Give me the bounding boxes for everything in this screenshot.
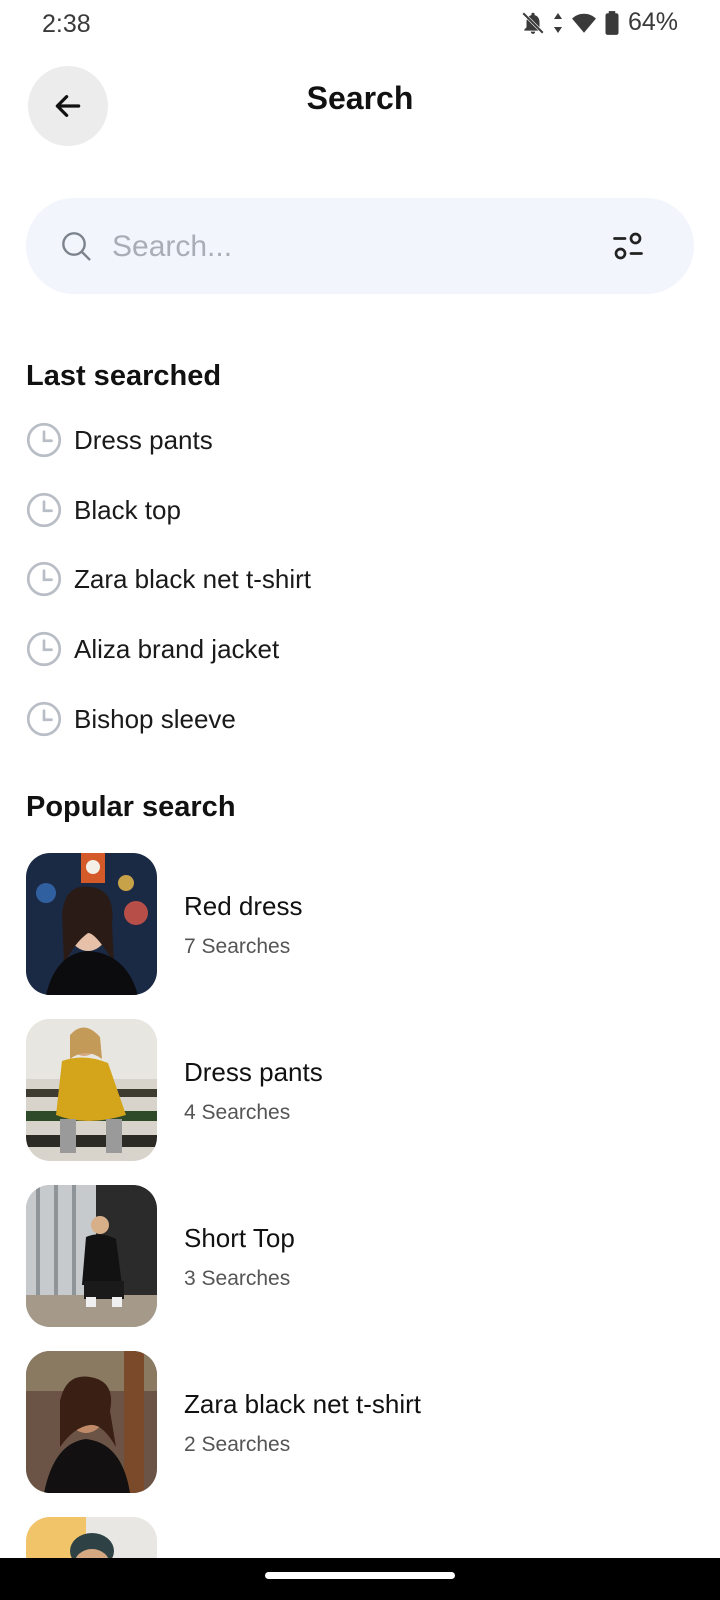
clock-icon <box>26 701 62 737</box>
popular-search-title: Red dress <box>184 891 303 921</box>
product-thumbnail <box>26 1351 157 1493</box>
product-thumbnail <box>26 1517 157 1558</box>
search-bar[interactable] <box>26 198 694 294</box>
product-thumbnail <box>26 1019 157 1161</box>
filter-sliders-icon[interactable] <box>610 228 646 264</box>
clock-icon <box>26 561 62 597</box>
popular-search-count: 3 Searches <box>184 1267 291 1290</box>
system-navigation-bar <box>0 1558 720 1600</box>
popular-search-count: 4 Searches <box>184 1101 291 1124</box>
popular-search-item[interactable]: Short Top 3 Searches <box>26 1185 694 1327</box>
popular-search-item[interactable]: Red dress 7 Searches <box>26 853 694 995</box>
popular-search-count: 7 Searches <box>184 935 291 958</box>
recent-search-item[interactable]: Bishop sleeve <box>26 697 626 741</box>
recent-search-label: Black top <box>74 494 181 525</box>
popular-search-item[interactable]: Zara black net t-shirt 2 Searches <box>26 1351 694 1493</box>
home-gesture-handle[interactable] <box>265 1572 455 1579</box>
status-time: 2:38 <box>42 10 91 38</box>
recent-search-item[interactable]: Zara black net t-shirt <box>26 557 626 601</box>
recent-search-label: Bishop sleeve <box>74 703 236 734</box>
bell-off-icon <box>522 11 544 34</box>
battery-percentage: 64% <box>627 8 678 36</box>
clock-icon <box>26 631 62 667</box>
popular-search-title: Short Top <box>184 1223 295 1253</box>
battery-icon <box>605 10 619 35</box>
search-input[interactable] <box>110 224 594 270</box>
recent-search-label: Zara black net t-shirt <box>74 563 311 594</box>
product-thumbnail <box>26 853 157 995</box>
recent-search-label: Dress pants <box>74 424 213 455</box>
recent-search-label: Aliza brand jacket <box>74 633 280 664</box>
status-icons: 64% <box>520 8 678 37</box>
popular-search-count: 2 Searches <box>184 1433 291 1456</box>
popular-search-item[interactable]: Dress pants 4 Searches <box>26 1019 694 1161</box>
wifi-icon <box>572 13 596 33</box>
last-searched-heading: Last searched <box>26 360 222 392</box>
page-title: Search <box>306 80 414 116</box>
popular-search-title: Zara black net t-shirt <box>184 1389 421 1419</box>
recent-search-item[interactable]: Black top <box>26 488 626 532</box>
data-arrows-icon <box>553 12 562 33</box>
clock-icon <box>26 492 62 528</box>
recent-search-item[interactable]: Dress pants <box>26 418 626 462</box>
clock-icon <box>26 422 62 458</box>
popular-search-title: Dress pants <box>184 1057 323 1087</box>
popular-search-heading: Popular search <box>26 791 236 823</box>
status-bar: 2:38 64% <box>0 0 720 50</box>
search-icon <box>62 232 91 261</box>
product-thumbnail <box>26 1185 157 1327</box>
recent-search-item[interactable]: Aliza brand jacket <box>26 627 626 671</box>
popular-search-item[interactable] <box>26 1517 694 1558</box>
